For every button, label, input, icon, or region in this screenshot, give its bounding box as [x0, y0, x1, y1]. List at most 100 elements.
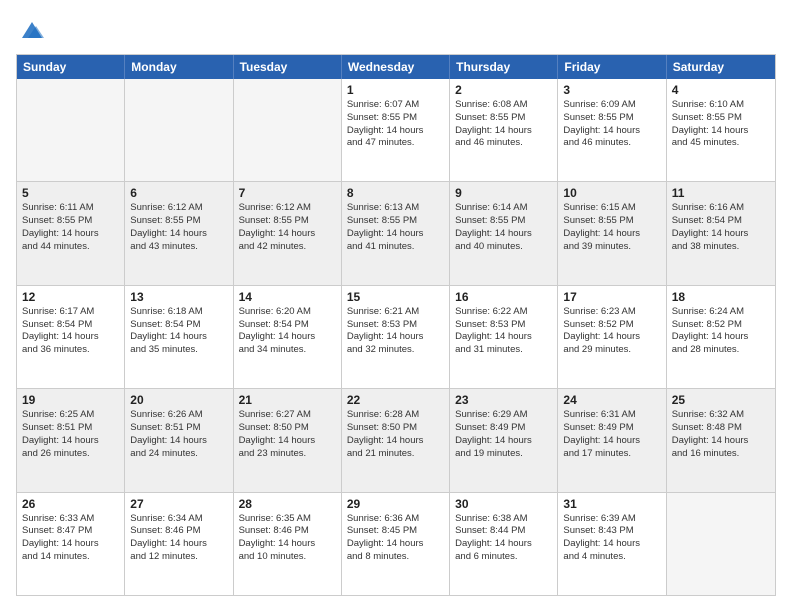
day-cell-2: 2Sunrise: 6:08 AMSunset: 8:55 PMDaylight…: [450, 79, 558, 181]
day-cell-7: 7 Sunrise: 6:12 AMSunset: 8:55 PMDaylight…: [234, 182, 342, 284]
day-cell-18: 18 Sunrise: 6:24 AMSunset: 8:52 PMDayligh…: [667, 286, 775, 388]
day-number: 6: [130, 186, 227, 200]
day-number: 11: [672, 186, 770, 200]
day-cell-12: 12Sunrise: 6:17 AMSunset: 8:54 PMDayligh…: [17, 286, 125, 388]
day-number: 7: [239, 186, 336, 200]
day-number: 25: [672, 393, 770, 407]
day-cell-28: 28 Sunrise: 6:35 AMSunset: 8:46 PMDayligh…: [234, 493, 342, 595]
day-info: Sunrise: 6:35 AMSunset: 8:46 PMDaylight:…: [239, 513, 336, 564]
day-cell-25: 25 Sunrise: 6:32 AMSunset: 8:48 PMDayligh…: [667, 389, 775, 491]
day-cell-13: 13 Sunrise: 6:18 AMSunset: 8:54 PMDayligh…: [125, 286, 233, 388]
empty-cell: [125, 79, 233, 181]
day-cell-14: 14 Sunrise: 6:20 AMSunset: 8:54 PMDayligh…: [234, 286, 342, 388]
day-number: 18: [672, 290, 770, 304]
day-info: Sunrise: 6:11 AMSunset: 8:55 PMDaylight:…: [22, 202, 119, 253]
calendar-row-4: 26 Sunrise: 6:33 AMSunset: 8:47 PMDayligh…: [17, 492, 775, 595]
day-number: 27: [130, 497, 227, 511]
day-info: Sunrise: 6:22 AMSunset: 8:53 PMDaylight:…: [455, 306, 552, 357]
weekday-header-saturday: Saturday: [667, 55, 775, 79]
day-info: Sunrise: 6:13 AMSunset: 8:55 PMDaylight:…: [347, 202, 444, 253]
day-info: Sunrise: 6:32 AMSunset: 8:48 PMDaylight:…: [672, 409, 770, 460]
day-cell-1: 1 Sunrise: 6:07 AMSunset: 8:55 PMDaylight…: [342, 79, 450, 181]
day-info: Sunrise: 6:10 AMSunset: 8:55 PMDaylight:…: [672, 99, 770, 150]
day-cell-20: 20 Sunrise: 6:26 AMSunset: 8:51 PMDayligh…: [125, 389, 233, 491]
day-number: 24: [563, 393, 660, 407]
day-number: 2: [455, 83, 552, 97]
weekday-header-sunday: Sunday: [17, 55, 125, 79]
day-cell-5: 5Sunrise: 6:11 AMSunset: 8:55 PMDaylight…: [17, 182, 125, 284]
day-cell-24: 24 Sunrise: 6:31 AMSunset: 8:49 PMDayligh…: [558, 389, 666, 491]
day-cell-4: 4 Sunrise: 6:10 AMSunset: 8:55 PMDaylight…: [667, 79, 775, 181]
calendar-header: SundayMondayTuesdayWednesdayThursdayFrid…: [17, 55, 775, 79]
day-number: 3: [563, 83, 660, 97]
day-cell-6: 6 Sunrise: 6:12 AMSunset: 8:55 PMDaylight…: [125, 182, 233, 284]
day-info: Sunrise: 6:28 AMSunset: 8:50 PMDaylight:…: [347, 409, 444, 460]
day-info: Sunrise: 6:38 AMSunset: 8:44 PMDaylight:…: [455, 513, 552, 564]
header: [16, 16, 776, 44]
day-cell-21: 21 Sunrise: 6:27 AMSunset: 8:50 PMDayligh…: [234, 389, 342, 491]
day-number: 15: [347, 290, 444, 304]
weekday-header-tuesday: Tuesday: [234, 55, 342, 79]
day-number: 10: [563, 186, 660, 200]
day-info: Sunrise: 6:23 AMSunset: 8:52 PMDaylight:…: [563, 306, 660, 357]
empty-cell: [667, 493, 775, 595]
day-info: Sunrise: 6:25 AMSunset: 8:51 PMDaylight:…: [22, 409, 119, 460]
day-number: 31: [563, 497, 660, 511]
day-number: 20: [130, 393, 227, 407]
day-info: Sunrise: 6:21 AMSunset: 8:53 PMDaylight:…: [347, 306, 444, 357]
weekday-header-monday: Monday: [125, 55, 233, 79]
day-cell-8: 8 Sunrise: 6:13 AMSunset: 8:55 PMDaylight…: [342, 182, 450, 284]
day-info: Sunrise: 6:18 AMSunset: 8:54 PMDaylight:…: [130, 306, 227, 357]
day-info: Sunrise: 6:27 AMSunset: 8:50 PMDaylight:…: [239, 409, 336, 460]
day-info: Sunrise: 6:33 AMSunset: 8:47 PMDaylight:…: [22, 513, 119, 564]
day-info: Sunrise: 6:07 AMSunset: 8:55 PMDaylight:…: [347, 99, 444, 150]
weekday-header-thursday: Thursday: [450, 55, 558, 79]
day-cell-17: 17Sunrise: 6:23 AMSunset: 8:52 PMDayligh…: [558, 286, 666, 388]
day-number: 9: [455, 186, 552, 200]
day-number: 1: [347, 83, 444, 97]
day-cell-27: 27 Sunrise: 6:34 AMSunset: 8:46 PMDayligh…: [125, 493, 233, 595]
day-info: Sunrise: 6:12 AMSunset: 8:55 PMDaylight:…: [239, 202, 336, 253]
day-cell-19: 19 Sunrise: 6:25 AMSunset: 8:51 PMDayligh…: [17, 389, 125, 491]
day-cell-15: 15 Sunrise: 6:21 AMSunset: 8:53 PMDayligh…: [342, 286, 450, 388]
day-info: Sunrise: 6:31 AMSunset: 8:49 PMDaylight:…: [563, 409, 660, 460]
day-cell-11: 11 Sunrise: 6:16 AMSunset: 8:54 PMDayligh…: [667, 182, 775, 284]
calendar-row-1: 5Sunrise: 6:11 AMSunset: 8:55 PMDaylight…: [17, 181, 775, 284]
day-cell-31: 31 Sunrise: 6:39 AMSunset: 8:43 PMDayligh…: [558, 493, 666, 595]
day-number: 22: [347, 393, 444, 407]
day-info: Sunrise: 6:12 AMSunset: 8:55 PMDaylight:…: [130, 202, 227, 253]
calendar-row-0: 1 Sunrise: 6:07 AMSunset: 8:55 PMDaylight…: [17, 79, 775, 181]
day-number: 21: [239, 393, 336, 407]
day-number: 19: [22, 393, 119, 407]
day-cell-29: 29 Sunrise: 6:36 AMSunset: 8:45 PMDayligh…: [342, 493, 450, 595]
day-number: 29: [347, 497, 444, 511]
day-cell-30: 30 Sunrise: 6:38 AMSunset: 8:44 PMDayligh…: [450, 493, 558, 595]
day-number: 8: [347, 186, 444, 200]
day-info: Sunrise: 6:14 AMSunset: 8:55 PMDaylight:…: [455, 202, 552, 253]
day-info: Sunrise: 6:15 AMSunset: 8:55 PMDaylight:…: [563, 202, 660, 253]
logo-icon: [18, 16, 46, 44]
day-number: 28: [239, 497, 336, 511]
day-cell-9: 9 Sunrise: 6:14 AMSunset: 8:55 PMDaylight…: [450, 182, 558, 284]
day-info: Sunrise: 6:36 AMSunset: 8:45 PMDaylight:…: [347, 513, 444, 564]
day-number: 13: [130, 290, 227, 304]
day-info: Sunrise: 6:24 AMSunset: 8:52 PMDaylight:…: [672, 306, 770, 357]
page: SundayMondayTuesdayWednesdayThursdayFrid…: [0, 0, 792, 612]
day-number: 23: [455, 393, 552, 407]
empty-cell: [234, 79, 342, 181]
day-number: 12: [22, 290, 119, 304]
day-number: 30: [455, 497, 552, 511]
day-info: Sunrise: 6:16 AMSunset: 8:54 PMDaylight:…: [672, 202, 770, 253]
day-info: Sunrise: 6:34 AMSunset: 8:46 PMDaylight:…: [130, 513, 227, 564]
day-info: Sunrise: 6:20 AMSunset: 8:54 PMDaylight:…: [239, 306, 336, 357]
day-info: Sunrise: 6:39 AMSunset: 8:43 PMDaylight:…: [563, 513, 660, 564]
day-number: 4: [672, 83, 770, 97]
calendar-row-2: 12Sunrise: 6:17 AMSunset: 8:54 PMDayligh…: [17, 285, 775, 388]
day-cell-10: 10 Sunrise: 6:15 AMSunset: 8:55 PMDayligh…: [558, 182, 666, 284]
day-cell-22: 22 Sunrise: 6:28 AMSunset: 8:50 PMDayligh…: [342, 389, 450, 491]
day-info: Sunrise: 6:26 AMSunset: 8:51 PMDaylight:…: [130, 409, 227, 460]
day-cell-16: 16Sunrise: 6:22 AMSunset: 8:53 PMDayligh…: [450, 286, 558, 388]
day-number: 26: [22, 497, 119, 511]
day-number: 14: [239, 290, 336, 304]
calendar-row-3: 19 Sunrise: 6:25 AMSunset: 8:51 PMDayligh…: [17, 388, 775, 491]
